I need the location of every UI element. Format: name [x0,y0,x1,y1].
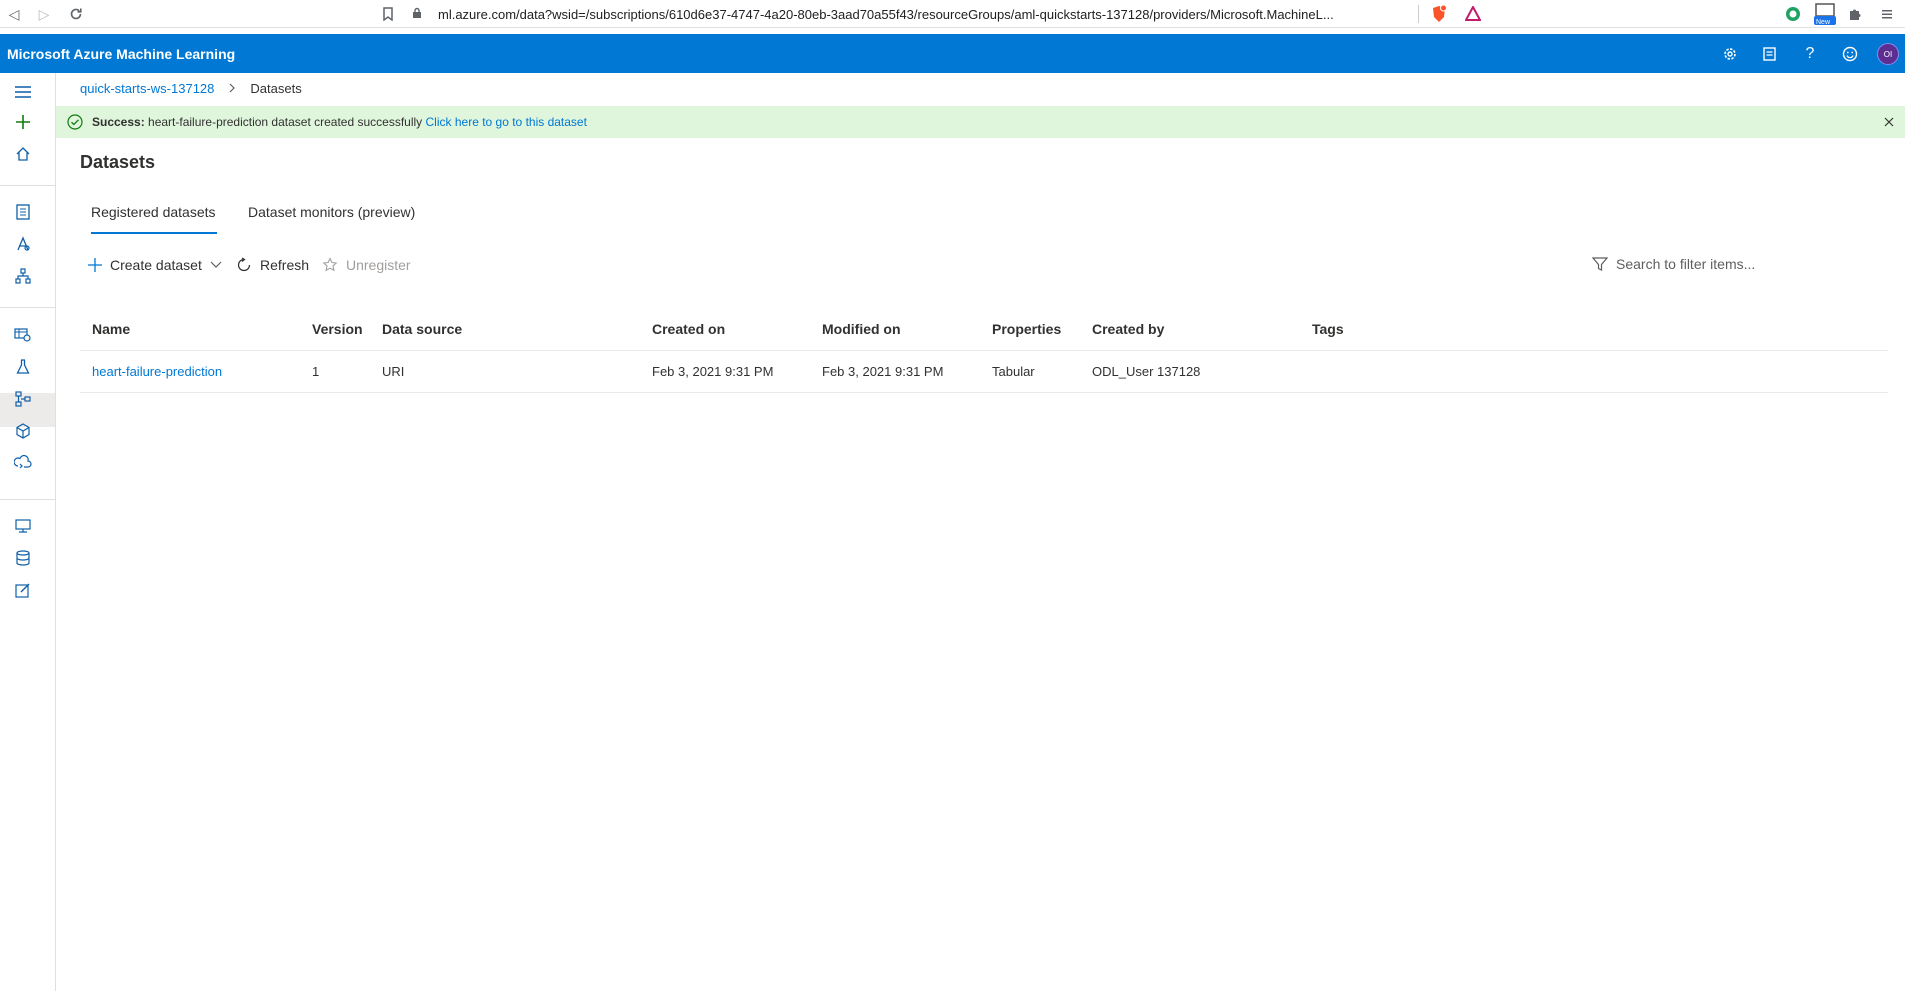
column-header-properties[interactable]: Properties [980,308,1080,351]
column-header-created-by[interactable]: Created by [1080,308,1300,351]
cell-name: heart-failure-prediction [80,350,300,393]
pipelines-icon[interactable] [12,388,34,410]
data-labeling-icon[interactable] [12,579,34,601]
success-check-icon [67,114,83,130]
bookmark-icon[interactable] [378,4,398,24]
close-icon[interactable] [1881,114,1897,130]
create-dataset-button[interactable]: Create dataset [88,252,222,278]
brave-rewards-icon[interactable] [1464,5,1482,23]
column-header-created-on[interactable]: Created on [640,308,810,351]
filter-search-input[interactable]: Search to filter items... [1592,252,1755,276]
column-header-version[interactable]: Version [300,308,370,351]
refresh-button[interactable]: Refresh [236,252,309,278]
filter-funnel-icon [1592,256,1608,272]
unregister-label: Unregister [346,257,411,273]
chevron-down-icon[interactable] [210,261,222,269]
create-new-plus-icon[interactable] [12,111,34,133]
filter-placeholder: Search to filter items... [1616,256,1756,272]
endpoints-icon[interactable] [12,452,34,474]
new-badge-label: New [1816,19,1831,26]
datasets-table: Name Version Data source Created on Modi… [80,308,1888,393]
refresh-label: Refresh [260,257,310,273]
datasets-icon[interactable] [12,324,34,346]
dataset-name-link[interactable]: heart-failure-prediction [92,364,222,379]
breadcrumb-current: Datasets [250,81,302,96]
table-header-row: Name Version Data source Created on Modi… [80,308,1888,351]
models-cube-icon[interactable] [12,420,34,442]
success-banner: Success: heart-failure-prediction datase… [56,106,1905,138]
unregister-button[interactable]: Unregister [322,252,411,278]
table-row[interactable]: heart-failure-prediction 1 URI Feb 3, 20… [80,350,1888,393]
cell-created-on: Feb 3, 2021 9:31 PM [640,350,810,393]
rail-divider [0,185,55,186]
puzzle-extensions-icon[interactable] [1846,5,1864,23]
breadcrumb-workspace-link[interactable]: quick-starts-ws-137128 [80,81,214,96]
home-icon[interactable] [12,143,34,165]
automated-ml-icon[interactable] [12,233,34,255]
brave-shield-icon[interactable] [1430,5,1448,23]
help-icon[interactable]: ? [1798,42,1822,66]
banner-message: Success: heart-failure-prediction datase… [92,115,587,129]
compute-monitor-icon[interactable] [12,515,34,537]
tab-dataset-monitors[interactable]: Dataset monitors (preview) [248,196,415,234]
experiments-flask-icon[interactable] [12,356,34,378]
plus-icon [88,258,102,272]
divider [1418,5,1419,23]
rail-divider [0,307,55,308]
command-bar: Create dataset Refresh Unregister Search… [80,252,1890,282]
avatar[interactable]: OI [1877,43,1899,65]
hamburger-menu-icon[interactable] [12,81,34,103]
active-tab-indicator [91,232,217,234]
url-text: ml.azure.com/data?wsid=/subscriptions/61… [438,6,1334,22]
cell-created-by: ODL_User 137128 [1080,350,1300,393]
feedback-smiley-icon[interactable] [1838,42,1862,66]
forward-icon[interactable]: ▷ [34,4,54,24]
new-extension-icon[interactable]: New [1812,3,1838,26]
page-title: Datasets [80,152,156,172]
notifications-icon[interactable] [1758,42,1782,66]
browser-menu-icon[interactable] [1878,5,1896,23]
left-nav-rail [0,73,56,991]
tab-registered-datasets[interactable]: Registered datasets [91,196,216,234]
app-title[interactable]: Microsoft Azure Machine Learning [7,46,235,62]
column-header-tags[interactable]: Tags [1300,308,1888,351]
cell-version: 1 [300,350,370,393]
cell-data-source: URI [370,350,640,393]
cell-modified-on: Feb 3, 2021 9:31 PM [810,350,980,393]
lock-icon [412,7,428,22]
settings-gear-icon[interactable] [1718,42,1742,66]
notebooks-icon[interactable] [12,201,34,223]
banner-label: Success: [92,115,145,129]
datastores-icon[interactable] [12,547,34,569]
breadcrumb: quick-starts-ws-137128 Datasets [80,81,302,96]
extension-green-icon[interactable] [1784,5,1802,23]
star-icon [322,257,338,273]
designer-icon[interactable] [12,265,34,287]
back-icon[interactable]: ◁ [4,4,24,24]
cell-properties: Tabular [980,350,1080,393]
column-header-modified-on[interactable]: Modified on [810,308,980,351]
banner-dataset-link[interactable]: Click here to go to this dataset [426,115,587,129]
create-dataset-label: Create dataset [110,257,202,273]
rail-divider [0,499,55,500]
chevron-right-icon [228,82,236,96]
refresh-icon [236,257,252,273]
app-header: Microsoft Azure Machine Learning ? [0,34,1905,73]
browser-toolbar: ◁ ▷ ml.azure.com/data?wsid=/subscription… [0,0,1905,28]
address-bar[interactable]: ml.azure.com/data?wsid=/subscriptions/61… [412,2,1422,26]
reload-icon[interactable] [66,4,86,24]
column-header-data-source[interactable]: Data source [370,308,640,351]
cell-tags [1300,350,1888,393]
column-header-name[interactable]: Name [80,308,300,351]
banner-text: heart-failure-prediction dataset created… [144,115,426,129]
